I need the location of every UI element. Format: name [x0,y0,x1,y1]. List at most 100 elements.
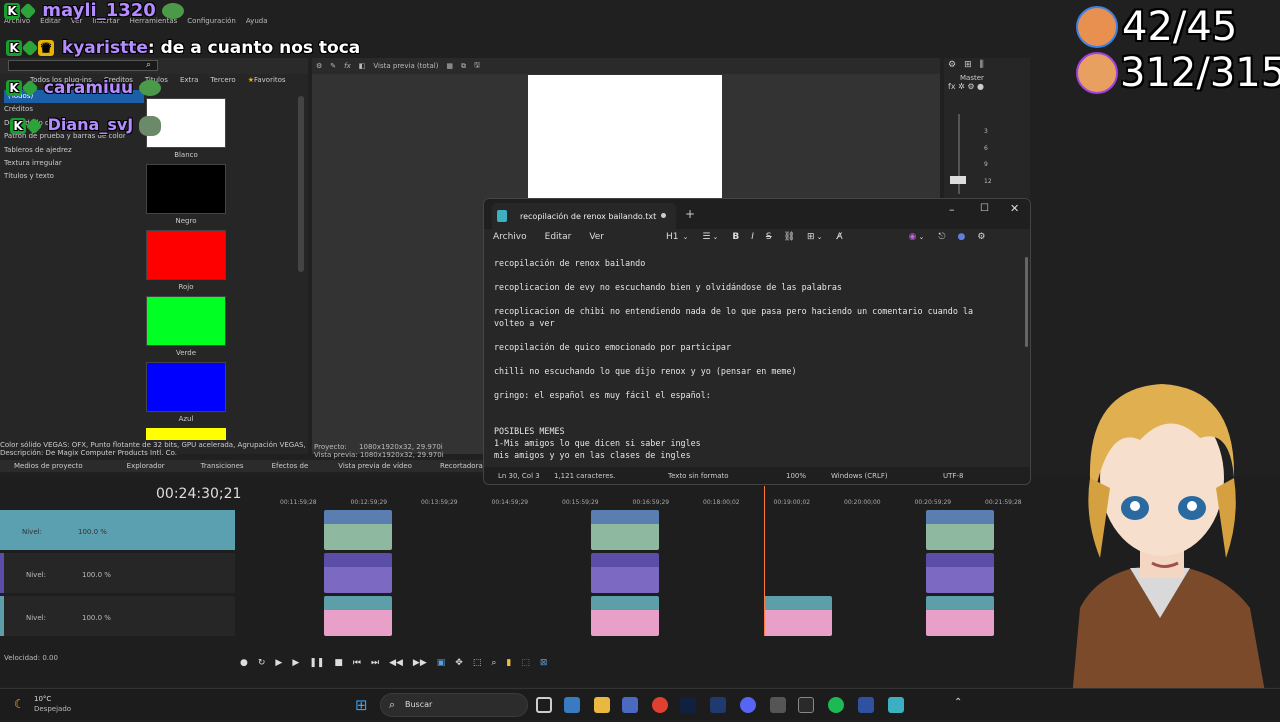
video-clip[interactable] [764,596,832,636]
vegas-icon[interactable] [710,697,726,713]
share-icon[interactable]: ⎋ [938,232,945,242]
gear-icon[interactable]: ⚙ [316,62,322,70]
snap-icon[interactable]: ⊠ [540,658,548,668]
swatch-item[interactable]: Azul [146,362,226,423]
swatch-yellow[interactable] [146,428,226,440]
zoom-tool-icon[interactable]: ⌕ [491,658,496,668]
menu-ver[interactable]: Ver [589,232,604,242]
account-icon[interactable]: ● [957,232,965,242]
bold-icon[interactable]: B [732,232,739,242]
tab-extra[interactable]: Extra [180,76,198,88]
minimize-icon[interactable]: – [949,203,955,216]
go-start-icon[interactable]: ⏮ [353,658,361,668]
marker-icon[interactable]: ▮ [506,658,511,668]
fader-icon[interactable]: ⫼ [980,60,984,70]
tree-item[interactable]: Títulos y texto [4,170,144,183]
split-icon[interactable]: ◧ [359,62,366,70]
gear-icon[interactable]: ⚙ [948,60,956,70]
list-icon[interactable]: ☰ [702,232,710,242]
notepad-tab[interactable]: recopilación de renox bailando.txt [492,203,676,229]
loop-icon[interactable]: ↻ [258,658,266,668]
track-header-2[interactable]: Nivel: 100.0 % [0,553,235,593]
envelope-tool-icon[interactable]: ✥ [455,658,463,668]
table-icon[interactable]: ⊞ [807,232,815,242]
new-tab-icon[interactable]: + [685,207,695,221]
go-end-icon[interactable]: ⏭ [371,658,379,668]
vegas-icon[interactable] [858,697,874,713]
tab-vista-previa[interactable]: Vista previa de vídeo [322,462,426,470]
tree-item[interactable]: Textura irregular [4,157,144,170]
file-explorer-icon[interactable] [594,697,610,713]
video-clip[interactable] [324,596,392,636]
edit-tool-icon[interactable]: ▣ [437,658,446,668]
mixer-fader-handle[interactable] [950,176,966,184]
tab-favoritos[interactable]: ★Favoritos [248,76,286,88]
video-clip[interactable] [926,596,994,636]
link-icon[interactable]: ⛓ [784,232,795,242]
clear-format-icon[interactable]: A̸ [836,232,842,242]
excel-icon[interactable] [798,697,814,713]
chrome-icon[interactable] [652,697,668,713]
start-icon[interactable]: ⊞ [355,696,368,714]
store-icon[interactable] [622,697,638,713]
discord-icon[interactable] [740,697,756,713]
notepad-scrollbar[interactable] [1025,257,1028,347]
copy-icon[interactable]: ⧉ [461,62,466,71]
save-icon[interactable]: 🖫 [474,61,480,72]
pause-icon[interactable]: ❚❚ [309,658,324,668]
weather-text[interactable]: Despejado [34,705,71,713]
mixer-icon[interactable]: ⊞ [964,60,972,70]
menu-editar[interactable]: Editar [545,232,572,242]
video-clip[interactable] [324,510,392,550]
playhead[interactable] [764,486,765,636]
swatch-item[interactable]: Rojo [146,230,226,291]
app-icon[interactable] [770,697,786,713]
strikethrough-icon[interactable]: S [766,232,772,242]
play-from-start-icon[interactable]: ▶ [292,658,299,668]
track-header-1[interactable]: Nivel: 100.0 % [0,510,235,550]
next-frame-icon[interactable]: ▶▶ [413,658,427,668]
video-clip[interactable] [591,553,659,593]
grid-icon[interactable]: ▦ [446,62,453,70]
italic-icon[interactable]: I [751,232,754,242]
notepad-icon[interactable] [888,697,904,713]
video-clip[interactable] [324,553,392,593]
gear-icon[interactable]: ⚙ [977,232,985,242]
preview-quality-select[interactable]: Vista previa (total) [373,62,438,70]
video-clip[interactable] [591,596,659,636]
region-icon[interactable]: ⬚ [521,658,530,668]
track-header-3[interactable]: Nivel: 100.0 % [0,596,235,636]
video-clip[interactable] [926,510,994,550]
tab-transiciones[interactable]: Transiciones [179,462,258,470]
stop-icon[interactable]: ■ [334,658,343,668]
copilot-icon[interactable]: ◉ [909,232,917,242]
play-icon[interactable]: ▶ [275,658,282,668]
settings-icon[interactable] [564,697,580,713]
chevron-up-icon[interactable]: ⌃ [954,697,962,708]
tab-medios[interactable]: Medios de proyecto [0,462,97,470]
menu-ayuda[interactable]: Ayuda [246,17,268,25]
video-clip[interactable] [591,510,659,550]
weather-icon[interactable]: ☾ [14,697,25,711]
edit-icon[interactable]: ✎ [330,62,336,70]
taskview-icon[interactable] [536,697,552,713]
tab-efectos[interactable]: Efectos de [258,462,323,470]
close-icon[interactable]: ✕ [1010,202,1019,215]
tab-tercero[interactable]: Tercero [210,76,235,88]
menu-configuracion[interactable]: Configuración [187,17,236,25]
panel-scrollbar[interactable] [298,96,304,272]
app-icon[interactable] [828,697,844,713]
search-field[interactable] [8,60,158,71]
swatch-item[interactable]: Verde [146,296,226,357]
maximize-icon[interactable]: ☐ [980,203,989,214]
search-icon[interactable]: ⌕ [146,60,156,70]
tree-item[interactable]: Tableros de ajedrez [4,144,144,157]
prev-frame-icon[interactable]: ◀◀ [389,658,403,668]
weather-temp[interactable]: 10°C [34,695,51,703]
photoshop-icon[interactable] [680,697,696,713]
tab-explorador[interactable]: Explorador [97,462,179,470]
video-clip[interactable] [926,553,994,593]
taskbar-search[interactable]: ⌕ Buscar [380,693,528,717]
record-icon[interactable]: ● [240,658,248,668]
swatch-item[interactable]: Negro [146,164,226,225]
